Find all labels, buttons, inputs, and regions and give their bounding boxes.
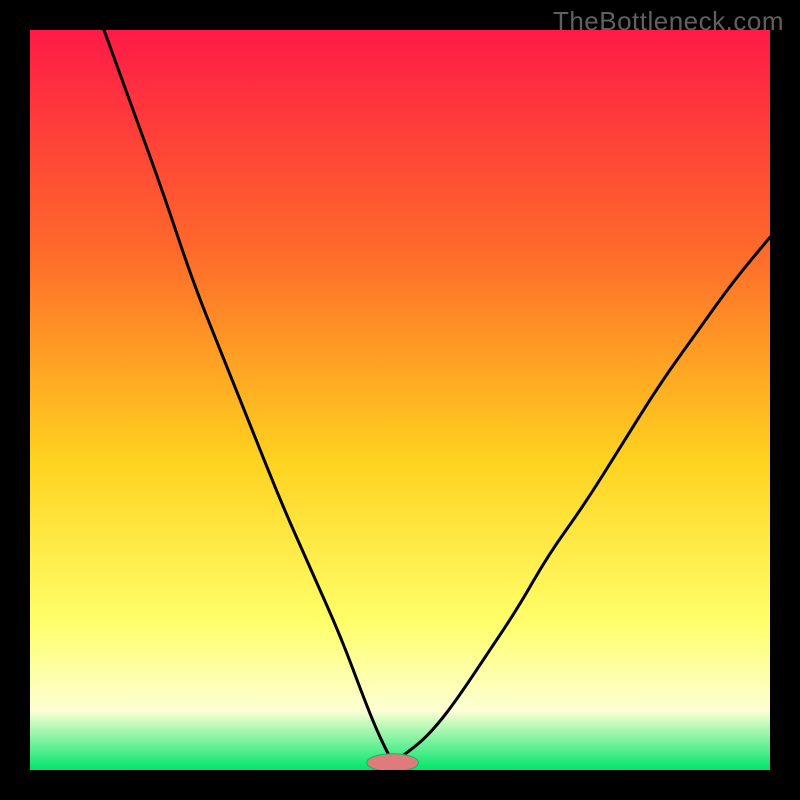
bottleneck-plot — [30, 30, 770, 770]
optimal-marker — [367, 754, 419, 770]
gradient-background — [30, 30, 770, 770]
plot-svg — [30, 30, 770, 770]
watermark-text: TheBottleneck.com — [553, 6, 784, 37]
chart-frame: TheBottleneck.com — [0, 0, 800, 800]
